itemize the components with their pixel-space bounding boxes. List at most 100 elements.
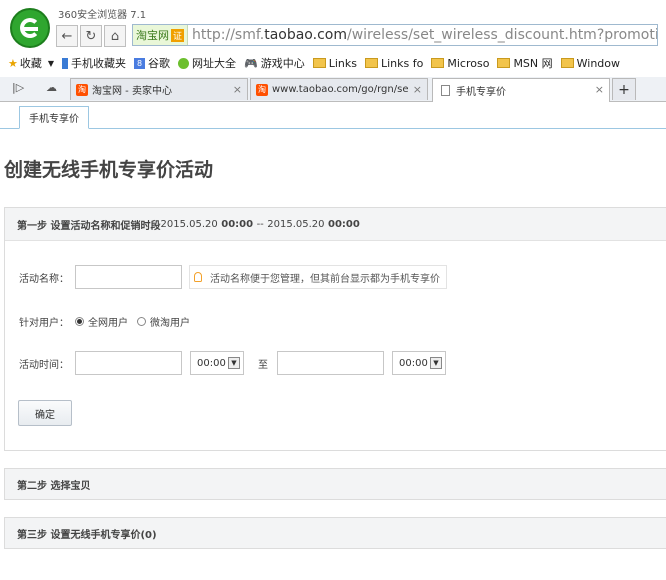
subtab-mobile-price[interactable]: 手机专享价 <box>19 106 89 129</box>
google-icon: 8 <box>134 57 146 69</box>
tab-seller-center[interactable]: 淘 淘宝网 - 卖家中心 × <box>70 78 248 100</box>
bookmark-msn[interactable]: MSN 网 <box>497 55 553 71</box>
chevron-down-icon[interactable]: ▼ <box>228 357 240 369</box>
name-row: 活动名称： 活动名称便于您管理，但其前台显示都为手机专享价 <box>19 265 447 289</box>
radio-weitao-users-label[interactable]: 微淘用户 <box>150 314 190 329</box>
step1-panel: 第一步 设置活动名称和促销时段 2015.05.20 00:00 -- 2015… <box>4 207 666 451</box>
step3-panel: 第三步 设置无线手机专享价(0) <box>4 517 666 549</box>
bookmark-label: Window <box>576 56 621 70</box>
url-domain: taobao.com <box>264 27 347 43</box>
confirm-row: 确定 <box>18 400 72 426</box>
step1-date-end: 2015.05.20 <box>267 218 325 230</box>
tab-label: 淘宝网 - 卖家中心 <box>92 86 172 97</box>
url-prefix: http://smf. <box>192 27 265 43</box>
certificate-icon: 证 <box>171 28 185 42</box>
step2-panel: 第二步 选择宝贝 <box>4 468 666 500</box>
sidebar-toggle-icon[interactable]: |▷ <box>12 81 24 94</box>
bookmark-mobile[interactable]: 手机收藏夹 <box>62 55 126 71</box>
to-label: 至 <box>258 359 268 371</box>
step2-header[interactable]: 第二步 选择宝贝 <box>5 469 666 499</box>
step1-label: 第一步 设置活动名称和促销时段 <box>17 220 161 232</box>
close-icon[interactable]: × <box>595 83 604 96</box>
radio-all-users[interactable] <box>75 317 84 326</box>
taobao-icon: 淘 <box>256 83 268 96</box>
bookmark-label: 手机收藏夹 <box>71 57 127 70</box>
url-suffix: /wireless/set_wireless_discount.htm?prom… <box>346 27 657 43</box>
address-bar[interactable]: 淘宝网 证 http://smf.taobao.com/wireless/set… <box>132 24 658 46</box>
url-text[interactable]: http://smf.taobao.com/wireless/set_wirel… <box>192 27 657 43</box>
bookmark-games[interactable]: 🎮 游戏中心 <box>244 55 305 71</box>
confirm-button[interactable]: 确定 <box>18 400 72 426</box>
bookmark-favorites[interactable]: ★ 收藏 ▼ <box>8 55 54 71</box>
back-arrow-icon[interactable]: ← <box>56 25 78 47</box>
start-time-value: 00:00 <box>197 357 226 369</box>
tab-label: www.taobao.com/go/rgn/se <box>272 84 408 95</box>
phone-icon <box>62 57 69 69</box>
bookmark-label: Microso <box>447 56 490 70</box>
page-title: 创建无线手机专享价活动 <box>4 159 214 181</box>
step1-time-end: 00:00 <box>328 218 360 230</box>
bookmarks-bar: ★ 收藏 ▼ 手机收藏夹 8 谷歌 网址大全 🎮 游戏中心 Links Links fo… <box>0 52 666 74</box>
bookmark-label: 谷歌 <box>148 57 171 70</box>
bookmark-hao[interactable]: 网址大全 <box>178 55 236 71</box>
folder-icon <box>431 58 445 68</box>
bookmark-label: 网址大全 <box>192 57 237 70</box>
folder-icon <box>497 58 511 68</box>
home-icon[interactable]: ⌂ <box>104 25 126 47</box>
bookmark-linksfo[interactable]: Links fo <box>365 57 423 70</box>
end-date-input[interactable] <box>277 351 384 375</box>
close-icon[interactable]: × <box>233 83 242 96</box>
bookmark-google[interactable]: 8 谷歌 <box>134 55 170 71</box>
folder-icon <box>312 58 326 68</box>
name-label: 活动名称： <box>19 273 69 285</box>
site-badge[interactable]: 淘宝网 证 <box>133 25 189 45</box>
tab-mobile-price[interactable]: 手机专享价 × <box>432 78 610 102</box>
step3-header[interactable]: 第三步 设置无线手机专享价(0) <box>5 518 666 548</box>
step1-date-start: 2015.05.20 <box>160 218 218 230</box>
user-row: 针对用户： 全网用户 微淘用户 <box>19 314 190 329</box>
app-title: 360安全浏览器 7.1 <box>58 10 147 21</box>
user-label: 针对用户： <box>19 318 69 329</box>
nav-buttons: ← ↻ ⌂ <box>56 24 128 48</box>
step1-separator: -- <box>256 218 264 230</box>
cloud-icon[interactable]: ☁ <box>46 81 57 94</box>
bookmark-label: Links fo <box>381 56 424 70</box>
gamepad-icon: 🎮 <box>244 56 258 70</box>
start-time-select[interactable]: 00:00 ▼ <box>190 351 244 375</box>
step1-header[interactable]: 第一步 设置活动名称和促销时段 2015.05.20 00:00 -- 2015… <box>5 208 666 241</box>
page-subtabs: 手机专享价 <box>0 104 666 129</box>
browser-logo-icon <box>10 8 50 48</box>
end-time-value: 00:00 <box>399 357 428 369</box>
tab-label: 手机专享价 <box>456 87 506 98</box>
end-time-select[interactable]: 00:00 ▼ <box>392 351 446 375</box>
radio-all-users-label[interactable]: 全网用户 <box>88 314 128 329</box>
bookmark-label: Links <box>328 56 357 70</box>
browser-titlebar: 360安全浏览器 7.1 ← ↻ ⌂ 淘宝网 证 http://smf.taob… <box>0 0 666 52</box>
bookmark-label: MSN 网 <box>513 57 553 70</box>
time-row: 活动时间： 00:00 ▼ 至 00:00 ▼ <box>19 351 446 375</box>
bookmark-windows[interactable]: Window <box>560 56 621 70</box>
bookmark-microsoft[interactable]: Microso <box>431 57 489 70</box>
tab-taobao-go[interactable]: 淘 www.taobao.com/go/rgn/se × <box>250 78 428 100</box>
radio-weitao-users[interactable] <box>137 317 146 326</box>
hao-icon <box>178 57 190 69</box>
start-date-input[interactable] <box>75 351 182 375</box>
new-tab-button[interactable]: + <box>612 78 636 100</box>
taobao-icon: 淘 <box>76 83 88 96</box>
tab-strip: |▷ ☁ 淘 淘宝网 - 卖家中心 × 淘 www.taobao.com/go/… <box>0 77 666 102</box>
close-icon[interactable]: × <box>413 83 422 96</box>
site-badge-label: 淘宝网 <box>136 29 169 42</box>
lightbulb-icon <box>194 272 202 282</box>
document-icon <box>441 85 450 96</box>
chevron-down-icon[interactable]: ▼ <box>430 357 442 369</box>
refresh-icon[interactable]: ↻ <box>80 25 102 47</box>
chevron-down-icon: ▼ <box>47 58 55 68</box>
bookmark-label: 收藏 <box>19 57 42 70</box>
activity-name-input[interactable] <box>75 265 182 289</box>
step1-time-start: 00:00 <box>221 218 254 230</box>
bookmark-links[interactable]: Links <box>312 56 357 70</box>
name-hint: 活动名称便于您管理，但其前台显示都为手机专享价 <box>189 265 447 289</box>
star-icon: ★ <box>8 56 18 70</box>
folder-icon <box>365 58 378 68</box>
time-label: 活动时间： <box>19 359 69 371</box>
